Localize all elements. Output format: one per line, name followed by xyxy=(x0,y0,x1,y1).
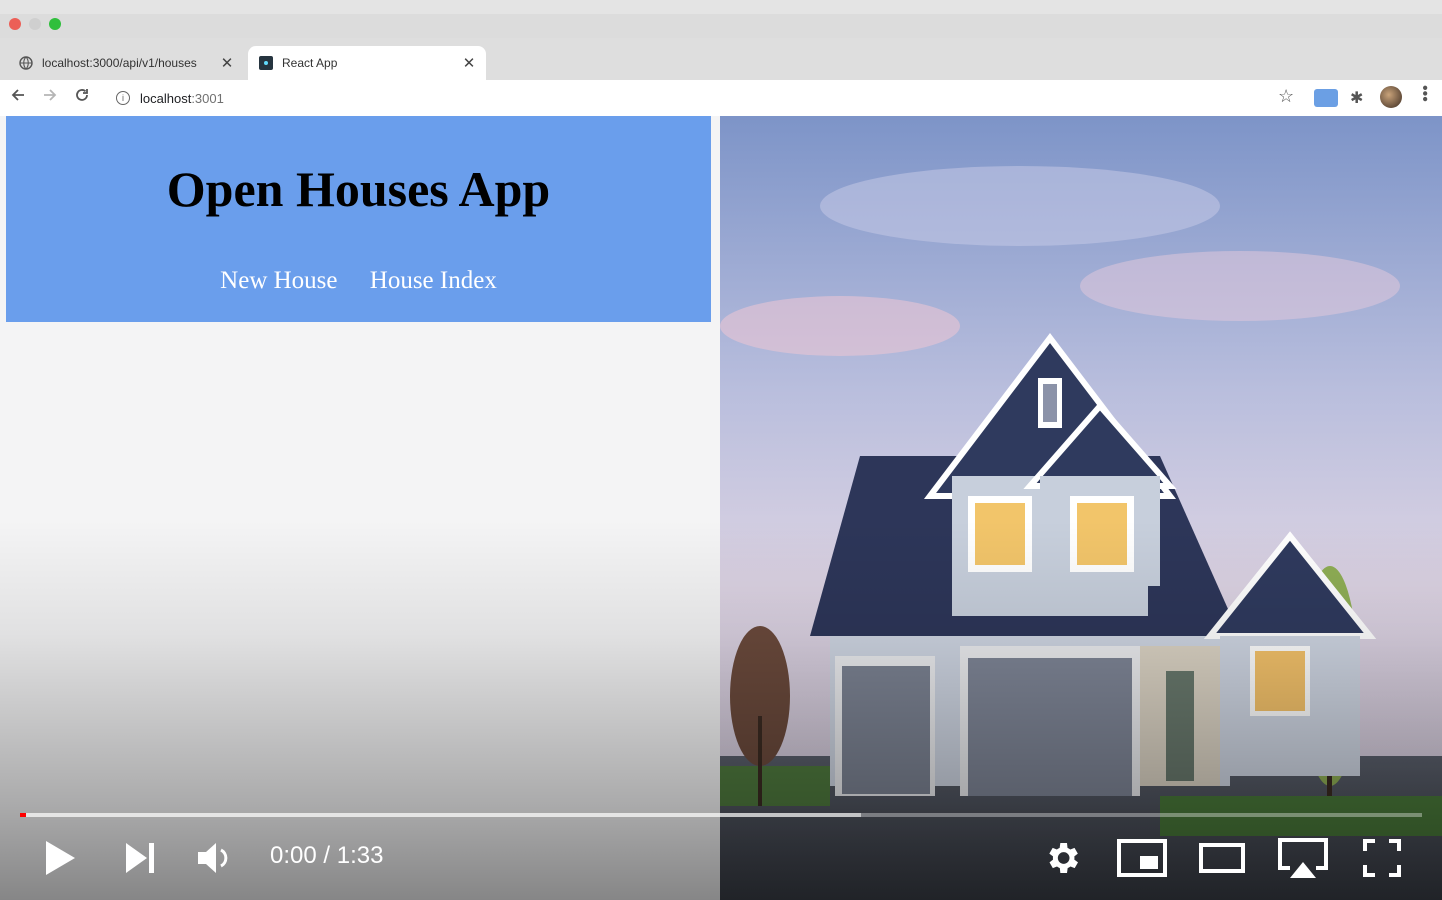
theater-mode-button[interactable] xyxy=(1198,838,1246,883)
url-host: localhost xyxy=(140,90,192,106)
fullscreen-button[interactable] xyxy=(1362,838,1402,883)
navigation-toolbar: i localhost:3001 ☆ ✱ ••• xyxy=(0,80,1442,116)
close-tab-icon[interactable]: ✕ xyxy=(458,54,480,72)
fullscreen-icon xyxy=(1363,839,1401,877)
current-time: 0:00 xyxy=(270,842,317,869)
progress-played xyxy=(20,813,26,817)
extensions-puzzle-icon[interactable]: ✱ xyxy=(1350,88,1363,108)
maximize-window-button[interactable] xyxy=(49,18,61,30)
next-button[interactable] xyxy=(123,840,157,881)
progress-buffered xyxy=(20,813,862,817)
cast-button[interactable] xyxy=(1276,836,1330,887)
time-display: 0:00 / 1:33 xyxy=(270,842,383,870)
settings-button[interactable] xyxy=(1042,838,1082,883)
time-separator: / xyxy=(316,842,337,869)
minimize-window-button[interactable] xyxy=(29,18,41,30)
address-bar[interactable]: i localhost:3001 xyxy=(108,84,1258,112)
react-app-favicon xyxy=(258,55,274,71)
tab-react-app[interactable]: React App ✕ xyxy=(248,46,486,80)
miniplayer-button[interactable] xyxy=(1116,838,1168,883)
progress-bar[interactable] xyxy=(20,813,1422,817)
mute-button[interactable] xyxy=(195,838,235,883)
tab-api-houses[interactable]: localhost:3000/api/v1/houses ✕ xyxy=(8,46,244,80)
titlebar-strip xyxy=(0,0,1442,14)
skip-next-icon xyxy=(126,843,154,873)
nav-link-new-house[interactable]: New House xyxy=(220,267,337,294)
url-port: :3001 xyxy=(191,90,224,106)
app-header: Open Houses App New House House Index xyxy=(6,116,711,322)
tab-label: localhost:3000/api/v1/houses xyxy=(42,56,197,70)
more-menu-icon[interactable]: ••• xyxy=(1416,85,1433,102)
airplay-icon xyxy=(1278,838,1328,878)
nav-link-house-index[interactable]: House Index xyxy=(370,267,497,294)
window-titlebar xyxy=(0,0,1442,38)
volume-icon xyxy=(198,843,228,873)
play-button[interactable] xyxy=(42,838,78,883)
duration: 1:33 xyxy=(336,842,384,869)
play-icon xyxy=(46,841,75,875)
back-icon[interactable] xyxy=(10,87,26,108)
close-tab-icon[interactable]: ✕ xyxy=(216,54,238,72)
forward-icon[interactable] xyxy=(42,87,58,108)
profile-avatar[interactable] xyxy=(1380,86,1402,108)
close-window-button[interactable] xyxy=(9,18,21,30)
globe-icon xyxy=(18,55,34,71)
reload-icon[interactable] xyxy=(74,87,90,108)
gear-icon xyxy=(1049,843,1078,873)
extension-icon[interactable] xyxy=(1314,89,1338,107)
site-info-icon[interactable]: i xyxy=(116,91,130,105)
app-nav: New House House Index xyxy=(6,267,711,295)
miniplayer-icon xyxy=(1117,839,1167,877)
app-title: Open Houses App xyxy=(166,161,551,217)
tab-label: React App xyxy=(282,56,338,70)
theater-icon xyxy=(1199,843,1245,873)
bookmark-star-icon[interactable]: ☆ xyxy=(1278,86,1294,107)
tab-strip: localhost:3000/api/v1/houses ✕ React App… xyxy=(0,38,1442,110)
